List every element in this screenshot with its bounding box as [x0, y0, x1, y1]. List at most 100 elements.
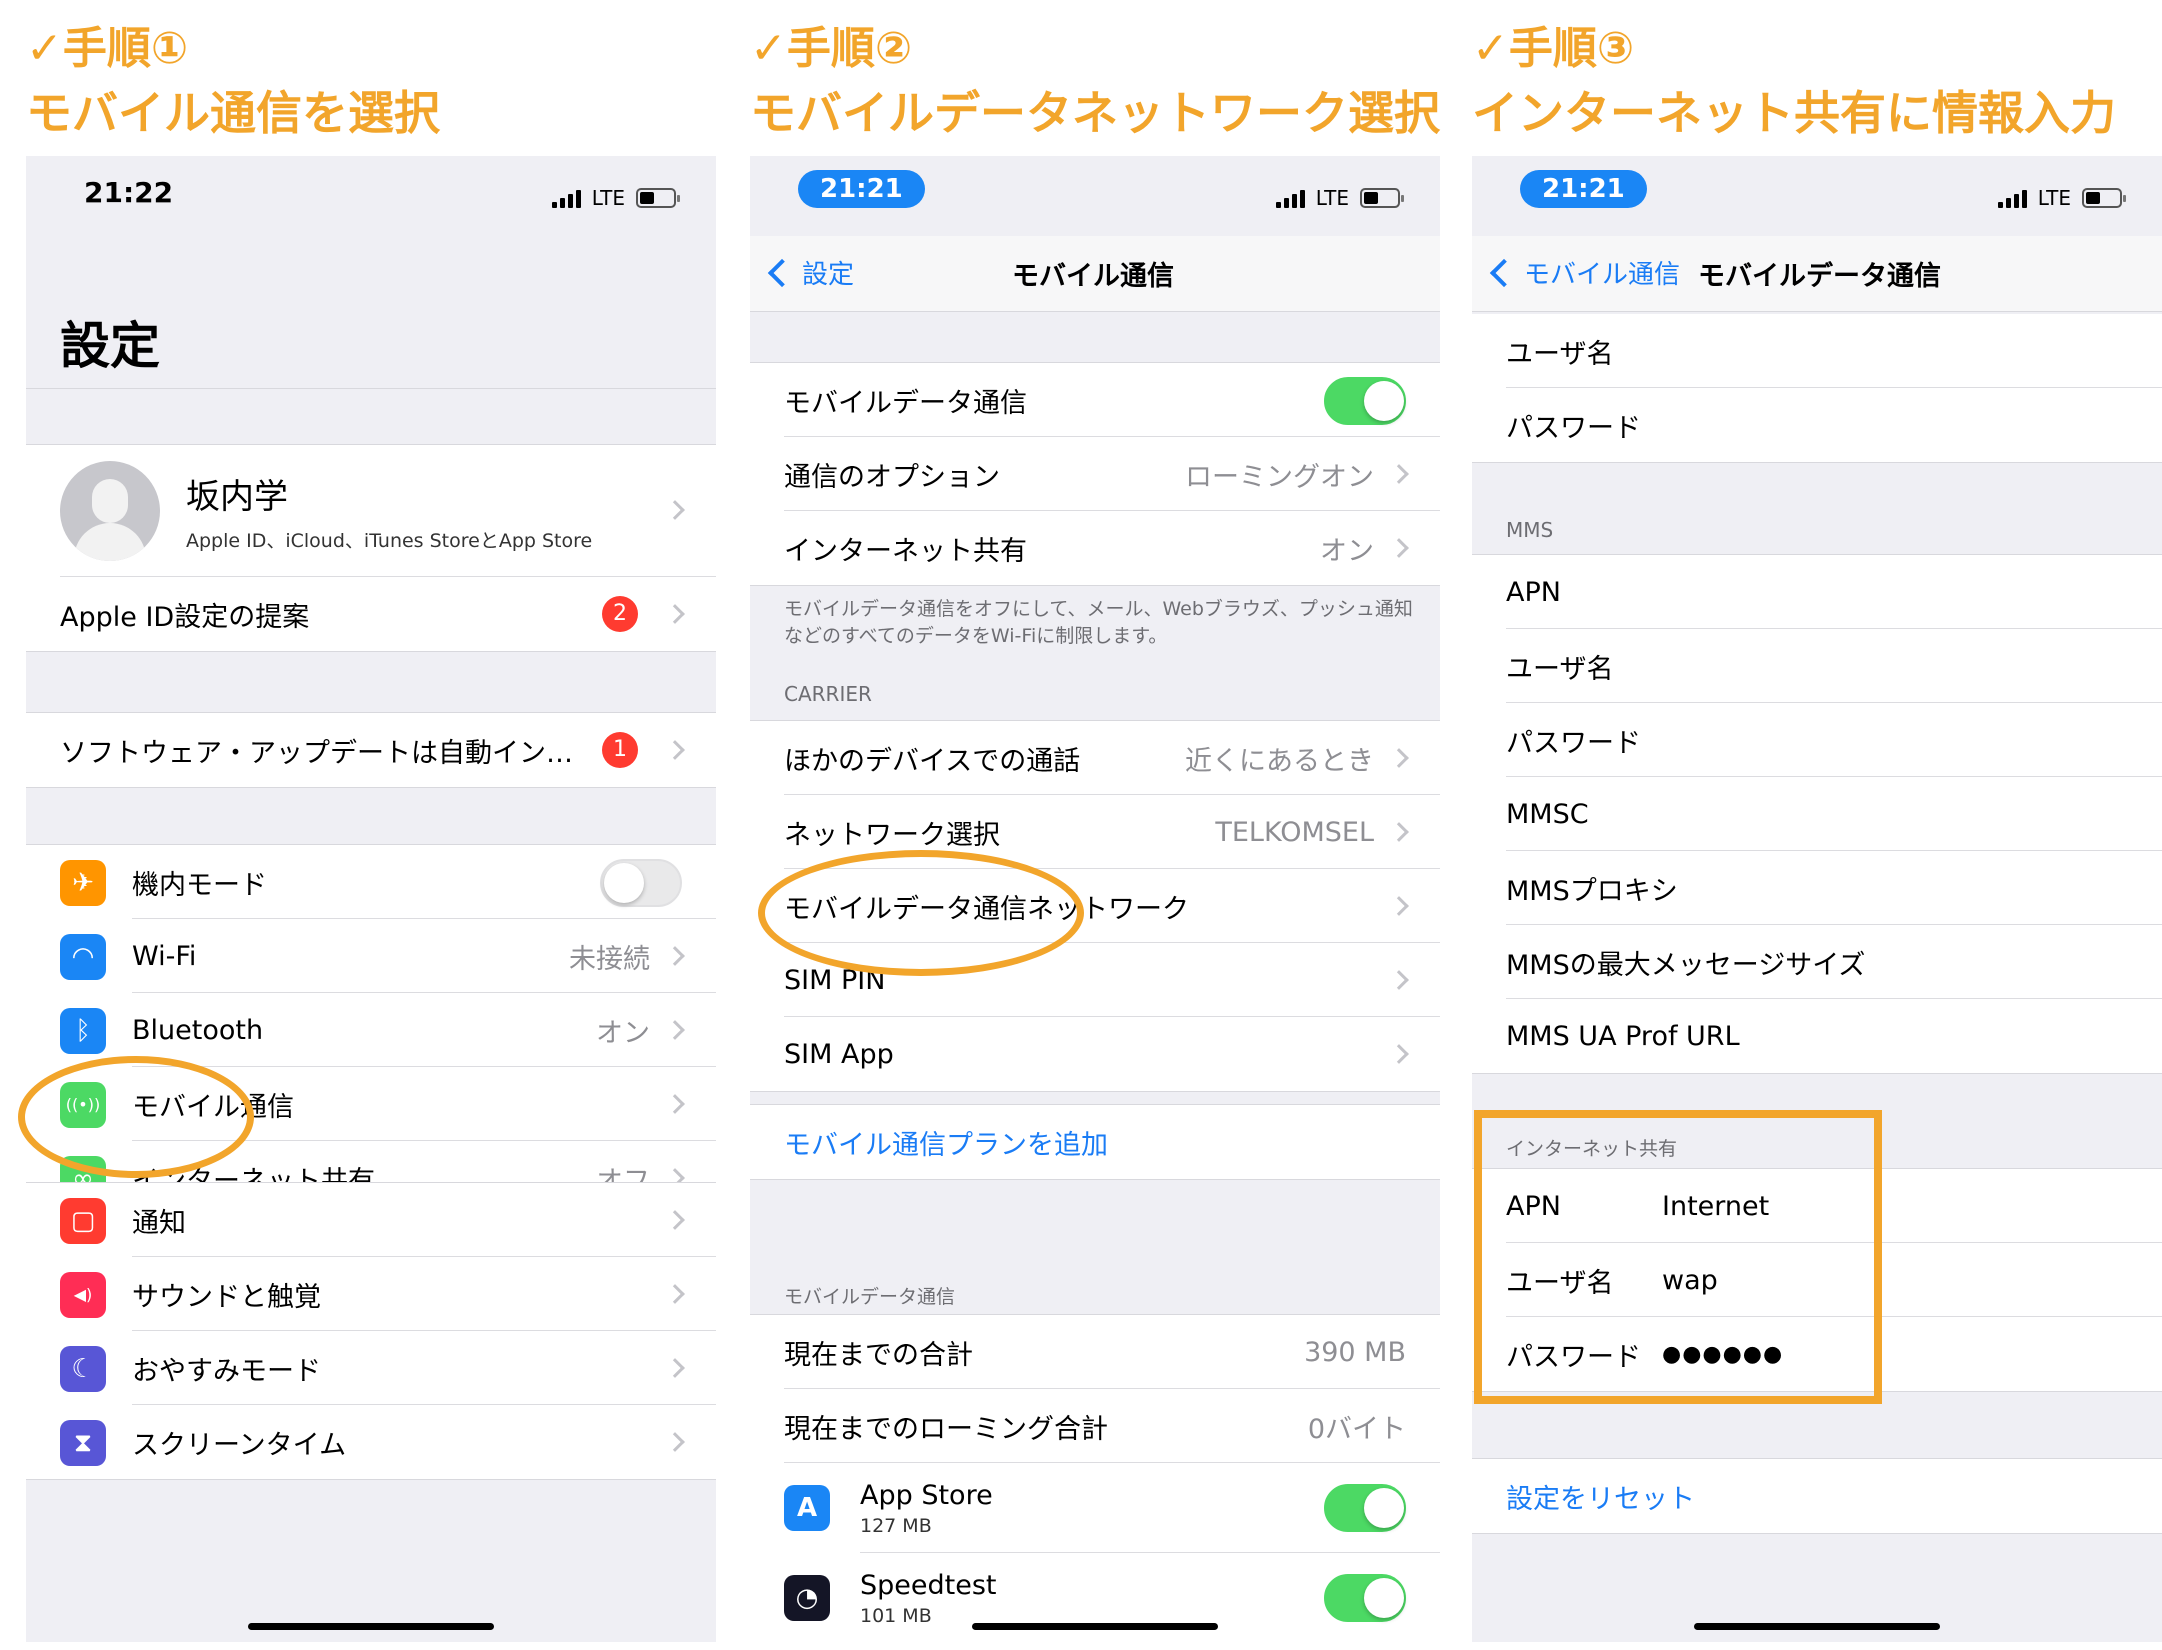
- usage-row-0-label: 現在までの合計: [784, 1339, 973, 1371]
- mms-field-2[interactable]: パスワード: [1472, 703, 2162, 777]
- settings-row2-3[interactable]: ⧗ スクリーンタイム: [26, 1405, 716, 1479]
- chevron-right-icon: [1389, 748, 1409, 768]
- hourglass-icon: ⧗: [60, 1420, 106, 1466]
- home-indicator: [248, 1623, 494, 1630]
- mms-field-1[interactable]: ユーザ名: [1472, 629, 2162, 703]
- carrier-row-0-value: 近くにあるとき: [1185, 745, 1374, 777]
- usage-row-1-label: 現在までのローミング合計: [784, 1413, 1108, 1445]
- usage-row-0[interactable]: 現在までの合計 390 MB: [750, 1315, 1440, 1389]
- carrier-row-1-value: TELKOMSEL: [1215, 816, 1374, 848]
- mms-field-0-label: APN: [1506, 576, 1561, 608]
- software-update-label: ソフトウェア・アップデートは自動イン…: [60, 737, 573, 769]
- settings-row-0[interactable]: ✈ 機内モード: [26, 845, 716, 919]
- settings-row2-0[interactable]: ▢ 通知: [26, 1183, 716, 1257]
- notification-icon: ▢: [60, 1198, 106, 1244]
- notification-badge: 1: [602, 732, 638, 768]
- chevron-right-icon: [665, 1094, 685, 1114]
- mms-field-3[interactable]: MMSC: [1472, 777, 2162, 851]
- carrier-section-label: CARRIER: [784, 682, 872, 706]
- step2-heading: ✓手順② モバイルデータネットワーク選択: [750, 18, 1440, 146]
- battery-icon: [1360, 188, 1404, 208]
- wifi-icon: ◠: [60, 934, 106, 980]
- app-cellular-toggle[interactable]: [1324, 1574, 1406, 1622]
- step1-number: ✓手順①: [26, 23, 189, 74]
- battery-icon: [2082, 188, 2126, 208]
- profile-row[interactable]: 坂内学 Apple ID、iCloud、iTunes StoreとApp Sto…: [26, 445, 716, 577]
- usage-row-1[interactable]: 現在までのローミング合計 0バイト: [750, 1389, 1440, 1463]
- carrier-row-4[interactable]: SIM App: [750, 1017, 1440, 1091]
- home-indicator: [1694, 1623, 1940, 1630]
- step3-title: インターネット共有に情報入力: [1472, 86, 2116, 140]
- cellular-row-0[interactable]: モバイルデータ通信: [750, 363, 1440, 437]
- appleid-suggestion-row[interactable]: Apple ID設定の提案 2: [26, 577, 716, 651]
- carrier-row-0[interactable]: ほかのデバイスでの通話 近くにあるとき: [750, 721, 1440, 795]
- app-name: App Store: [860, 1479, 993, 1511]
- cellular-row-2[interactable]: インターネット共有 オン: [750, 511, 1440, 585]
- mms-field-1-label: ユーザ名: [1506, 653, 1614, 685]
- app-name: Speedtest: [860, 1569, 997, 1601]
- apn-field-1[interactable]: パスワード: [1472, 388, 2162, 462]
- settings-row2-3-label: スクリーンタイム: [132, 1429, 347, 1461]
- back-label: 設定: [802, 260, 855, 290]
- cellular-row-0-toggle[interactable]: [1324, 377, 1406, 425]
- settings-row-1-value: 未接続: [569, 943, 650, 975]
- reset-group: 設定をリセット: [1472, 1458, 2162, 1534]
- step3-number: ✓手順③: [1472, 23, 1635, 74]
- chevron-right-icon: [1389, 538, 1409, 558]
- profile-subtitle: Apple ID、iCloud、iTunes StoreとApp Store: [186, 530, 593, 552]
- cellular-row-1-value: ローミングオン: [1185, 461, 1374, 493]
- app-store-icon: A: [784, 1485, 830, 1531]
- network-type: LTE: [1315, 186, 1349, 210]
- step1-panel: ✓手順① モバイル通信を選択 21:22 LTE 設定 坂内学 Apple ID…: [18, 0, 716, 1650]
- settings-row2-1[interactable]: ◀) サウンドと触覚: [26, 1257, 716, 1331]
- mms-field-0[interactable]: APN: [1472, 555, 2162, 629]
- step3-heading: ✓手順③ インターネット共有に情報入力: [1472, 18, 2162, 146]
- app-usage-row[interactable]: A App Store 127 MB: [750, 1463, 1440, 1553]
- usage-section-label: モバイルデータ通信: [784, 1286, 956, 1308]
- back-button[interactable]: 設定: [767, 254, 855, 291]
- reset-settings-link[interactable]: 設定をリセット: [1472, 1459, 2162, 1533]
- step2-title: モバイルデータネットワーク選択: [750, 86, 1440, 140]
- navigation-bar: モバイル通信 モバイルデータ通信: [1472, 236, 2162, 312]
- software-update-row[interactable]: ソフトウェア・アップデートは自動イン… 1: [26, 713, 716, 787]
- mms-field-6[interactable]: MMS UA Prof URL: [1472, 999, 2162, 1073]
- bluetooth-icon: ᛒ: [60, 1008, 106, 1054]
- nav-title: モバイルデータ通信: [1698, 261, 1941, 292]
- battery-icon: [636, 188, 680, 208]
- add-plan-link[interactable]: モバイル通信プランを追加: [750, 1105, 1440, 1179]
- apn-field-0[interactable]: ユーザ名: [1472, 314, 2162, 388]
- settings-row-0-label: 機内モード: [132, 869, 267, 901]
- add-plan-group: モバイル通信プランを追加: [750, 1104, 1440, 1180]
- back-button[interactable]: モバイル通信: [1489, 254, 1680, 291]
- carrier-row-1-label: ネットワーク選択: [784, 819, 1000, 851]
- highlight-circle: [18, 1056, 254, 1178]
- settings-row2-2[interactable]: ☾ おやすみモード: [26, 1331, 716, 1405]
- mms-fields: APN ユーザ名パスワード MMSC MMSプロキシ MMSの最大メッセージサイズ MMS…: [1472, 554, 2162, 1074]
- mms-field-5[interactable]: MMSの最大メッセージサイズ: [1472, 925, 2162, 999]
- appleid-suggestion-label: Apple ID設定の提案: [60, 601, 310, 633]
- chevron-right-icon: [665, 1284, 685, 1304]
- settings-row-1[interactable]: ◠ Wi-Fi 未接続: [26, 919, 716, 993]
- chevron-right-icon: [665, 1432, 685, 1452]
- settings-row-2-value: オン: [596, 1017, 650, 1049]
- cellular-row-2-value: オン: [1320, 535, 1374, 567]
- chevron-left-icon: [767, 258, 797, 287]
- mms-field-4[interactable]: MMSプロキシ: [1472, 851, 2162, 925]
- usage-row-0-value: 390 MB: [1304, 1336, 1406, 1368]
- cellular-row-0-label: モバイルデータ通信: [784, 387, 1027, 419]
- chevron-right-icon: [1389, 1044, 1409, 1064]
- cellular-row-2-label: インターネット共有: [784, 535, 1027, 567]
- cellular-row-1[interactable]: 通信のオプション ローミングオン: [750, 437, 1440, 511]
- carrier-row-0-label: ほかのデバイスでの通話: [784, 745, 1081, 777]
- cellular-row-1-label: 通信のオプション: [784, 461, 1000, 493]
- chevron-right-icon: [665, 946, 685, 966]
- app-cellular-toggle[interactable]: [1324, 1484, 1406, 1532]
- status-bar: 21:21 LTE: [750, 156, 1440, 236]
- page-title: 設定: [60, 317, 160, 375]
- navigation-bar: 設定 モバイル通信: [750, 236, 1440, 312]
- settings-row-0-toggle[interactable]: [600, 859, 682, 907]
- chevron-right-icon: [665, 1358, 685, 1378]
- carrier-row-4-label: SIM App: [784, 1038, 894, 1070]
- network-type: LTE: [2037, 186, 2071, 210]
- clock: 21:21: [798, 170, 925, 208]
